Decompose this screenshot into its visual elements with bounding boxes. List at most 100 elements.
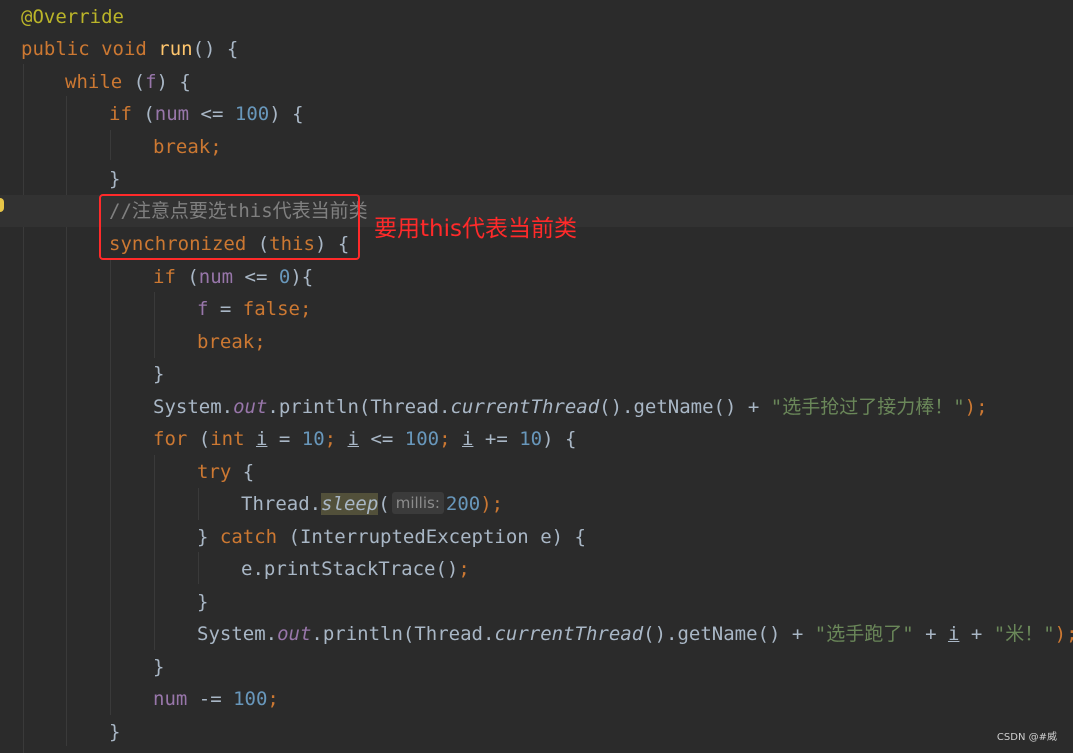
code-token: } bbox=[153, 363, 165, 385]
code-token: false; bbox=[242, 298, 312, 320]
code-token: 200 bbox=[445, 493, 481, 515]
code-token: <= bbox=[233, 266, 279, 288]
code-token: ( bbox=[378, 493, 390, 515]
code-token: += bbox=[473, 428, 520, 450]
code-line[interactable]: } catch (InterruptedException e) { bbox=[197, 521, 586, 553]
code-token: f bbox=[145, 71, 157, 93]
code-token: break; bbox=[153, 136, 222, 158]
code-token: ; bbox=[324, 428, 348, 450]
code-token: for bbox=[153, 428, 199, 450]
code-token: i bbox=[255, 428, 268, 450]
code-token: = bbox=[208, 298, 243, 320]
code-line[interactable]: e.printStackTrace(); bbox=[241, 553, 470, 585]
code-token: i bbox=[347, 428, 359, 450]
code-token: num bbox=[153, 688, 188, 710]
code-token: } bbox=[109, 168, 121, 190]
code-line[interactable]: public void run() { bbox=[21, 33, 238, 65]
code-token: break; bbox=[197, 331, 266, 353]
code-token: "米！" bbox=[993, 623, 1055, 645]
code-token: while bbox=[65, 71, 134, 93]
code-line[interactable]: System.out.println(Thread.currentThread(… bbox=[153, 391, 988, 423]
indent-guide bbox=[198, 488, 199, 520]
code-token: sleep bbox=[321, 493, 379, 515]
code-token: 10 bbox=[519, 428, 543, 450]
code-token: .println(Thread. bbox=[267, 396, 451, 418]
code-line[interactable]: try { bbox=[197, 456, 254, 488]
code-line[interactable]: if (num <= 100) { bbox=[109, 98, 304, 130]
code-line[interactable]: Thread.sleep(millis: 200); bbox=[241, 488, 503, 520]
code-token: out bbox=[233, 396, 268, 418]
code-token: (InterruptedException e) { bbox=[288, 526, 586, 548]
code-token: System. bbox=[153, 396, 234, 418]
code-token: run bbox=[158, 38, 193, 60]
code-token: i bbox=[461, 428, 474, 450]
code-token: if bbox=[109, 103, 144, 125]
code-editor[interactable]: @Override public void run() { while (f) … bbox=[0, 0, 1073, 753]
code-token: } bbox=[197, 591, 209, 613]
code-token: ); bbox=[964, 396, 988, 418]
code-token: ().getName() + bbox=[599, 396, 771, 418]
code-token: 10 bbox=[301, 428, 325, 450]
indent-guide bbox=[23, 64, 24, 753]
watermark: CSDN @#威 bbox=[996, 732, 1057, 743]
indent-guide bbox=[66, 96, 67, 746]
code-token: <= bbox=[359, 428, 405, 450]
code-line[interactable]: break; bbox=[197, 326, 266, 358]
code-token: ); bbox=[1054, 623, 1073, 645]
code-line[interactable]: f = false; bbox=[197, 293, 311, 325]
code-token: if bbox=[153, 266, 188, 288]
indent-guide bbox=[154, 292, 155, 358]
code-line[interactable]: break; bbox=[153, 131, 222, 163]
code-token: ( bbox=[133, 71, 146, 93]
bulb-icon[interactable] bbox=[0, 198, 4, 212]
code-token: catch bbox=[219, 526, 289, 548]
code-token: ().getName() + bbox=[643, 623, 815, 645]
code-token: () { bbox=[192, 38, 239, 60]
code-token: e.printStackTrace() bbox=[241, 558, 459, 580]
code-line[interactable]: if (num <= 0){ bbox=[153, 261, 313, 293]
code-line[interactable]: } bbox=[109, 163, 120, 195]
code-line[interactable]: } bbox=[153, 358, 164, 390]
code-token: out bbox=[277, 623, 312, 645]
code-token: "选手抢过了接力棒！" bbox=[770, 396, 965, 418]
code-token: ; bbox=[439, 428, 462, 450]
code-token: currentThread bbox=[494, 623, 644, 645]
code-token: System. bbox=[197, 623, 278, 645]
code-token: num bbox=[198, 266, 234, 288]
code-token: @Override bbox=[21, 6, 124, 28]
code-line[interactable]: } bbox=[109, 716, 120, 748]
code-token: 100 bbox=[233, 688, 268, 710]
code-token: try bbox=[197, 461, 243, 483]
code-token: ){ bbox=[290, 266, 314, 288]
code-token: <= bbox=[189, 103, 235, 125]
code-line[interactable]: } bbox=[197, 586, 208, 618]
code-line[interactable]: for (int i = 10; i <= 100; i += 10) { bbox=[153, 423, 576, 455]
code-token: currentThread bbox=[450, 396, 600, 418]
code-line[interactable]: while (f) { bbox=[65, 66, 191, 98]
code-token: = bbox=[267, 428, 302, 450]
code-token: public void bbox=[21, 38, 159, 60]
code-token: num bbox=[154, 103, 190, 125]
code-line[interactable]: num -= 100; bbox=[153, 683, 279, 715]
code-token: + bbox=[913, 623, 948, 645]
code-token: } bbox=[109, 721, 121, 743]
code-token: } bbox=[153, 656, 165, 678]
code-token: f bbox=[197, 298, 209, 320]
code-line[interactable]: } bbox=[153, 651, 164, 683]
indent-guide bbox=[198, 552, 199, 584]
code-token: ) { bbox=[269, 103, 304, 125]
code-token: -= bbox=[187, 688, 234, 710]
code-token: 100 bbox=[234, 103, 270, 125]
code-token: 100 bbox=[404, 428, 440, 450]
code-line[interactable]: @Override bbox=[21, 1, 124, 33]
code-token: + bbox=[959, 623, 994, 645]
code-line[interactable]: System.out.println(Thread.currentThread(… bbox=[197, 618, 1073, 650]
code-token: ( bbox=[143, 103, 155, 125]
code-token: "选手跑了" bbox=[814, 623, 914, 645]
code-token: ) { bbox=[156, 71, 191, 93]
indent-guide bbox=[110, 260, 111, 715]
code-token: .println(Thread. bbox=[311, 623, 495, 645]
code-token: Thread. bbox=[241, 493, 322, 515]
code-token: ; bbox=[458, 558, 470, 580]
parameter-hint: millis: bbox=[391, 492, 444, 514]
